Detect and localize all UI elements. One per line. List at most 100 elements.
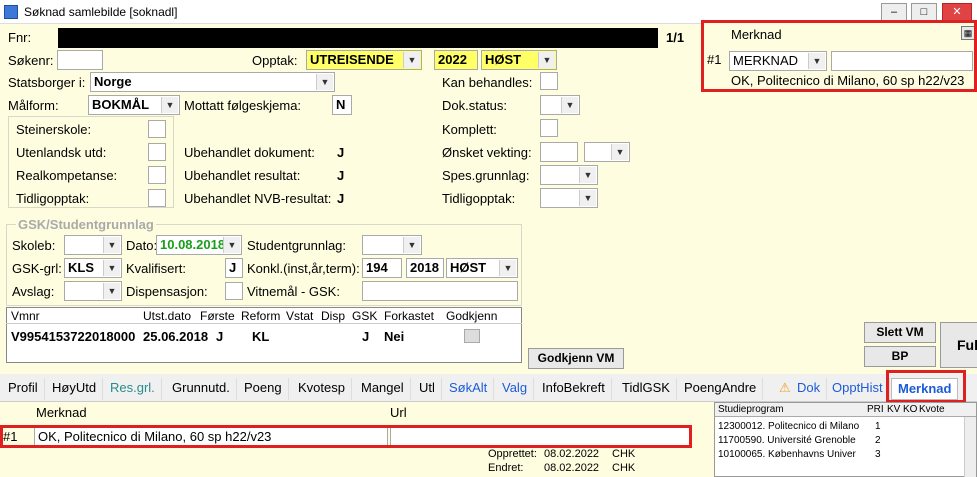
ubehandlet-dok-value: J (337, 145, 345, 160)
konkl-inst-input[interactable]: 194 (362, 258, 402, 278)
steinerskole-checkbox[interactable] (148, 120, 166, 138)
statsborger-label: Statsborger i: (8, 75, 86, 90)
endret-label: Endret: (488, 462, 524, 474)
chevron-down-icon: ▼ (103, 283, 120, 299)
tidligopptak2-select[interactable]: ▼ (540, 188, 598, 208)
vm-header-forkastet: Forkastet (384, 309, 435, 323)
tab-res-grl[interactable]: Res.grl. (104, 378, 162, 400)
mottatt-input[interactable]: N (332, 95, 352, 115)
highlight-box-merknad-row (0, 425, 692, 448)
list-item[interactable]: 10100065. Københavns Univer (718, 449, 868, 460)
tidligopptak2-label: Tidligopptak: (442, 191, 516, 206)
sokenr-label: Søkenr: (8, 53, 54, 68)
window-title: Søknad samlebilde [soknadl] (24, 5, 178, 19)
tab-mangel[interactable]: Mangel (355, 378, 411, 400)
close-button[interactable]: ✕ (942, 3, 972, 21)
tab-grunnutd[interactable]: Grunnutd. (166, 378, 237, 400)
tab-infobekreft[interactable]: InfoBekreft (536, 378, 612, 400)
vm-header-godkjenn: Godkjenn (446, 309, 498, 323)
tab-utl[interactable]: Utl (413, 378, 442, 400)
onsket-input[interactable] (540, 142, 578, 162)
ubehandlet-res-value: J (337, 168, 345, 183)
chevron-down-icon: ▼ (223, 237, 240, 253)
table-row[interactable]: V9954153722018000 25.06.2018 J KL J Nei (6, 326, 522, 346)
avslag-label: Avslag: (12, 284, 55, 299)
vm-header-reform: Reform (241, 309, 281, 323)
gskgrl-select[interactable]: KLS ▼ (64, 258, 122, 278)
konkl-term-select[interactable]: HØST ▼ (446, 258, 518, 278)
tab-poengandre[interactable]: PoengAndre (678, 378, 764, 400)
spes-select[interactable]: ▼ (540, 165, 598, 185)
dato-select[interactable]: 10.08.2018 ▼ (156, 235, 242, 255)
vm-cell-forkastet: Nei (384, 329, 405, 344)
vm-header-utst: Utst.dato (143, 309, 192, 323)
utenlandsk-checkbox[interactable] (148, 143, 166, 161)
realkompetanse-checkbox[interactable] (148, 166, 166, 184)
tidligopptak-checkbox[interactable] (148, 189, 166, 207)
year-input[interactable]: 2022 (434, 50, 478, 70)
opptak-value: UTREISENDE (310, 52, 394, 67)
sp-header-kvote: Kvote (919, 404, 945, 415)
chevron-down-icon: ▼ (499, 260, 516, 276)
mottatt-label: Mottatt følgeskjema: (184, 98, 302, 113)
tab-valg[interactable]: Valg (496, 378, 535, 400)
opprettet-user: CHK (612, 448, 636, 460)
vitnemal-input[interactable] (362, 281, 518, 301)
opptak-select[interactable]: UTREISENDE ▼ (306, 50, 422, 70)
vm-godkjenn-checkbox[interactable] (464, 329, 480, 343)
minimize-button[interactable]: – (881, 3, 907, 21)
fnr-label: Fnr: (8, 30, 32, 45)
endret-date: 08.02.2022 (544, 462, 600, 474)
chevron-down-icon: ▼ (561, 97, 578, 113)
komplett-checkbox[interactable] (540, 119, 558, 137)
tab-poeng[interactable]: Poeng (238, 378, 289, 400)
kan-behandles-checkbox[interactable] (540, 72, 558, 90)
studentgrunnlag-select[interactable]: ▼ (362, 235, 422, 255)
slett-vm-button[interactable]: Slett VM (864, 322, 936, 343)
ubehandlet-res-label: Ubehandlet resultat: (184, 168, 301, 183)
sokenr-input[interactable] (57, 50, 103, 70)
vm-header-forste: Første (200, 309, 235, 323)
endret-user: CHK (612, 462, 636, 474)
dok-status-select[interactable]: ▼ (540, 95, 580, 115)
highlight-box-merknad-panel (701, 20, 977, 92)
restore-button[interactable]: □ (911, 3, 937, 21)
statsborger-select[interactable]: Norge ▼ (90, 72, 335, 92)
malform-label: Målform: (8, 98, 59, 113)
konkl-term-value: HØST (450, 260, 487, 275)
tab-dok[interactable]: ⚠ Dok (775, 378, 828, 400)
list-item[interactable]: 12300012. Politecnico di Milano (718, 421, 868, 432)
onsket-select[interactable]: ▼ (584, 142, 630, 162)
tab-tidlgsk[interactable]: TidlGSK (616, 378, 677, 400)
ubehandlet-nvb-value: J (337, 191, 345, 206)
season-select[interactable]: HØST ▼ (481, 50, 557, 70)
tab-hoyutd[interactable]: HøyUtd (46, 378, 104, 400)
gskgrl-label: GSK-grl: (12, 261, 62, 276)
fnr-input[interactable] (58, 28, 658, 48)
opptak-label: Opptak: (252, 53, 298, 68)
konkl-year-input[interactable]: 2018 (406, 258, 444, 278)
chevron-down-icon: ▼ (403, 52, 420, 68)
dispensasjon-checkbox[interactable] (225, 282, 243, 300)
vm-cell-vmnr: V9954153722018000 (11, 329, 136, 344)
list-item-pri: 3 (875, 449, 881, 460)
kvalifisert-input[interactable]: J (225, 258, 243, 278)
tab-oppthist[interactable]: OpptHist (826, 378, 890, 400)
skoleb-select[interactable]: ▼ (64, 235, 122, 255)
malform-select[interactable]: BOKMÅL ▼ (88, 95, 180, 115)
ful-button[interactable]: Ful (940, 322, 977, 368)
avslag-select[interactable]: ▼ (64, 281, 122, 301)
list-item[interactable]: 11700590. Université Grenoble (718, 435, 868, 446)
chevron-down-icon: ▼ (161, 97, 178, 113)
bp-button[interactable]: BP (864, 346, 936, 367)
list-item-pri: 1 (875, 421, 881, 432)
sp-header-pri: PRI (867, 404, 884, 415)
malform-value: BOKMÅL (92, 97, 150, 112)
tab-sokalt[interactable]: SøkAlt (443, 378, 495, 400)
dispensasjon-label: Dispensasjon: (126, 284, 208, 299)
godkjenn-vm-button[interactable]: Godkjenn VM (528, 348, 624, 369)
gskgrl-value: KLS (68, 260, 94, 275)
tab-profil[interactable]: Profil (2, 378, 45, 400)
scrollbar[interactable] (964, 417, 976, 477)
tab-kvotesp[interactable]: Kvotesp (292, 378, 352, 400)
